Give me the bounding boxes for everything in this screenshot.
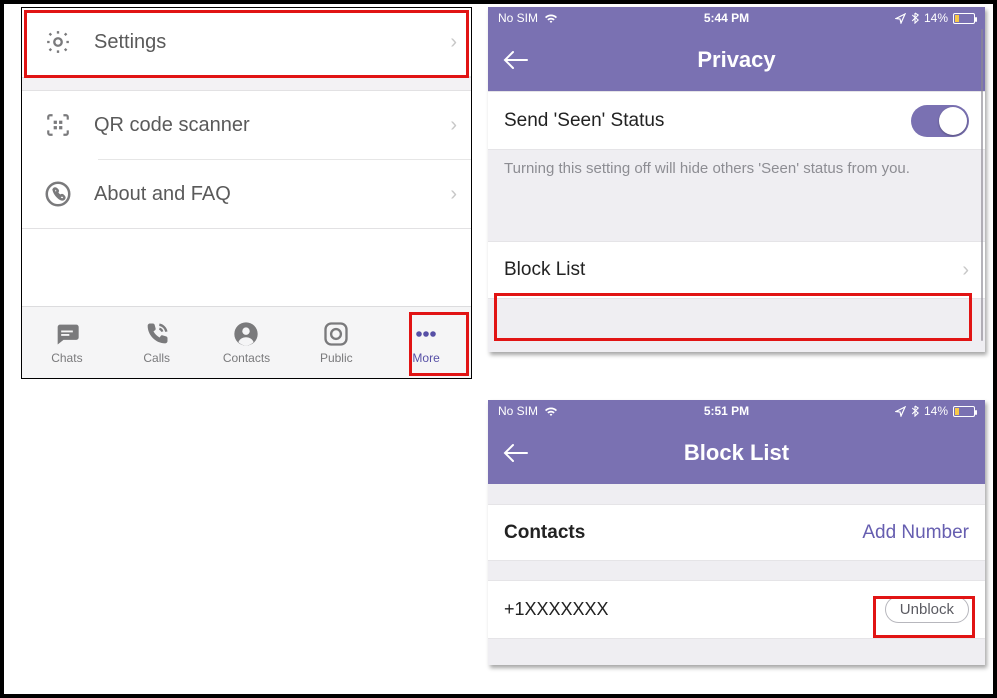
tab-calls[interactable]: Calls [112,307,202,378]
scroll-indicator [981,29,983,341]
add-number-button[interactable]: Add Number [862,522,969,544]
more-list: Settings › QR code scanner › [22,8,471,306]
tab-contacts[interactable]: Contacts [202,307,292,378]
status-bar: No SIM 5:44 PM 14% [488,7,985,29]
row-settings-label: Settings [80,31,450,54]
chevron-right-icon: › [450,114,457,137]
battery-icon [953,406,975,417]
row-settings[interactable]: Settings › [22,8,471,76]
location-icon [895,406,906,417]
tab-label: Calls [143,351,170,365]
unblock-button[interactable]: Unblock [885,596,969,623]
seen-status-label: Send 'Seen' Status [504,110,911,132]
nav-bar: Block List [488,422,985,484]
highlight-block-list [494,293,972,341]
row-block-list[interactable]: Block List › [488,241,985,299]
block-list-label: Block List [504,259,962,281]
contacts-heading: Contacts [504,522,862,544]
page-title: Privacy [488,47,985,73]
row-seen-status[interactable]: Send 'Seen' Status [488,91,985,149]
battery-pct: 14% [924,11,948,25]
row-qr-label: QR code scanner [80,114,450,137]
contacts-section-header: Contacts Add Number [488,504,985,560]
seen-status-toggle[interactable] [911,105,969,137]
back-button[interactable] [488,442,544,464]
block-list-screen: No SIM 5:51 PM 14% Block List Contacts A… [488,400,985,665]
gear-icon [36,28,80,56]
back-button[interactable] [488,49,544,71]
bluetooth-icon [911,12,919,24]
blocked-number: +1XXXXXXX [504,599,885,620]
seen-status-description: Turning this setting off will hide other… [488,149,985,199]
wifi-icon [544,406,558,417]
qr-icon [36,112,80,138]
blocked-contact-row[interactable]: +1XXXXXXX Unblock [488,580,985,638]
carrier-text: No SIM [498,11,538,25]
battery-pct: 14% [924,404,948,418]
tab-label: Contacts [223,351,270,365]
row-about-faq[interactable]: About and FAQ › [22,160,471,228]
tab-label: More [412,351,439,365]
chevron-right-icon: › [962,259,969,282]
wifi-icon [544,13,558,24]
location-icon [895,13,906,24]
clock: 5:44 PM [558,11,895,25]
privacy-screen: No SIM 5:44 PM 14% Privacy Send 'Seen' S… [488,7,985,352]
tab-label: Public [320,351,353,365]
page-title: Block List [488,440,985,466]
viber-icon [36,179,80,209]
status-bar: No SIM 5:51 PM 14% [488,400,985,422]
carrier-text: No SIM [498,404,538,418]
battery-icon [953,13,975,24]
tab-more[interactable]: More [381,307,471,378]
chevron-right-icon: › [450,183,457,206]
nav-bar: Privacy [488,29,985,91]
more-screen: Settings › QR code scanner › [21,7,472,379]
tab-public[interactable]: Public [291,307,381,378]
tab-label: Chats [51,351,82,365]
chevron-right-icon: › [450,31,457,54]
tab-bar: Chats Calls Contacts Public More [22,306,471,378]
tab-chats[interactable]: Chats [22,307,112,378]
bluetooth-icon [911,405,919,417]
row-about-label: About and FAQ [80,183,450,206]
clock: 5:51 PM [558,404,895,418]
row-qr-scanner[interactable]: QR code scanner › [22,91,471,159]
